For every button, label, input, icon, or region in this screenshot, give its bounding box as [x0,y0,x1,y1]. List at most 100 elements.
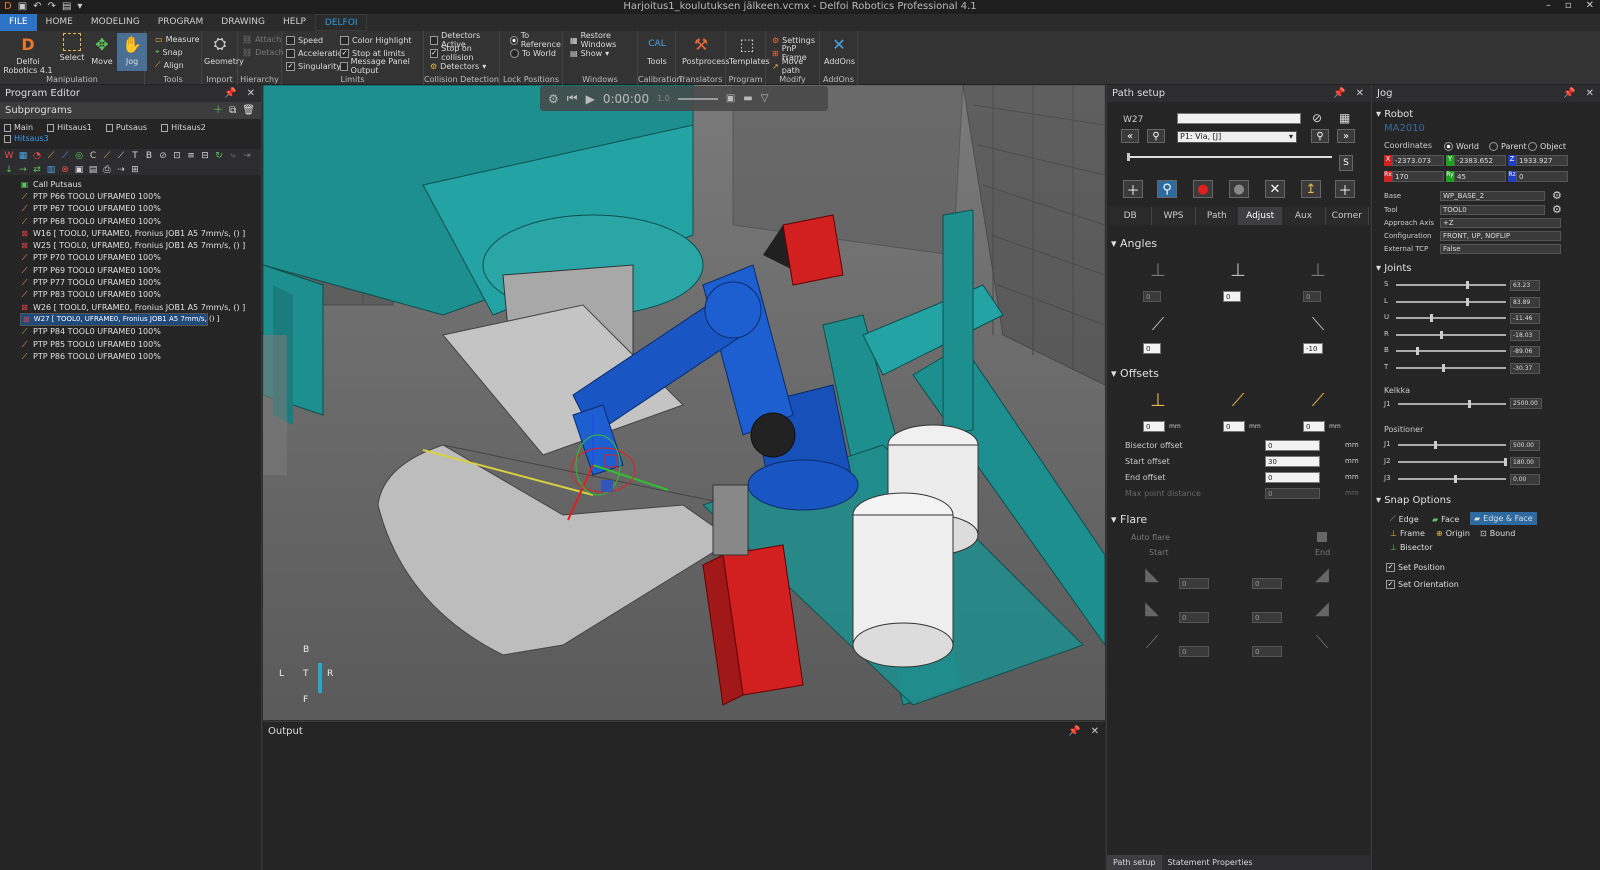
parent-radio[interactable]: Parent [1489,140,1527,152]
io-icon[interactable]: ▥ [46,165,56,175]
to-world-radio[interactable]: To World [510,47,556,59]
geometry-button[interactable]: ⛭ Geometry [204,33,244,66]
snap-bound-option[interactable]: ⊡ Bound [1480,527,1515,539]
pin-icon[interactable]: 📌 [1333,85,1345,102]
menu-help[interactable]: HELP [274,14,315,31]
snap-origin-option[interactable]: ⊕ Origin [1436,527,1470,539]
flare-input-4[interactable]: 0 [1252,612,1282,623]
delete-icon[interactable]: 🗑 [242,102,255,119]
object-radio[interactable]: Object [1528,140,1566,152]
pin-icon[interactable]: 📌 [1563,85,1575,102]
add-icon[interactable]: ＋ [213,102,223,119]
flare-input-5[interactable]: 0 [1179,646,1209,657]
play-icon[interactable]: ▶ [586,92,595,106]
tab-statement-properties[interactable]: Statement Properties [1162,855,1259,870]
statement-row[interactable]: ⊠ W16 [ TOOL0, UFRAME0, Fronius JOB1 A5 7… [20,227,261,239]
close-icon[interactable]: ✕ [1586,0,1594,11]
tab-aux[interactable]: Aux [1282,207,1326,225]
joint-input[interactable]: -18.03 [1510,329,1540,341]
close-icon[interactable]: ✕ [247,85,255,102]
speed-checkbox[interactable]: Speed [286,34,323,46]
statement-row[interactable]: ⟋ PTP P84 TOOL0 UFRAME0 100% [20,326,261,338]
menu-drawing[interactable]: DRAWING [212,14,274,31]
angle-input-2[interactable]: 0 [1223,291,1241,302]
scene-render[interactable] [263,85,1105,720]
statement-row[interactable]: ⊠ W26 [ TOOL0, UFRAME0, Fronius JOB1 A5 7… [20,301,261,313]
record-icon[interactable]: ▣ [726,93,735,104]
fold-icon[interactable]: ⊟ [200,151,210,161]
message-panel-output-checkbox[interactable]: Message Panel Output [340,57,423,75]
comment-icon[interactable]: ▤ [88,165,98,175]
show-dropdown[interactable]: ▤ Show ▾ [570,47,609,59]
pin-icon[interactable]: 📌 [224,85,236,102]
offset-input-2[interactable]: 0 [1223,421,1245,432]
subprogram-hitsaus1[interactable]: Hitsaus1 [47,123,92,132]
statement-row[interactable]: ⟋ PTP P70 TOOL0 UFRAME0 100% [20,252,261,264]
minimize-icon[interactable]: – [1546,0,1551,11]
close-icon[interactable]: ✕ [1091,722,1099,742]
select-button[interactable]: Select [57,33,87,62]
bisector-offset-input[interactable]: 0 [1265,440,1320,451]
speed-slider[interactable] [677,97,718,100]
angles-section[interactable]: ▾ Angles [1111,237,1157,250]
menu-home[interactable]: HOME [37,14,82,31]
filter-icon[interactable]: ▽ [761,93,769,104]
subprogram-hitsaus3[interactable]: Hitsaus3 [4,134,49,143]
menu-delfoi[interactable]: DELFOI [314,14,368,31]
subprogram-main[interactable]: Main [4,123,33,132]
jog-button[interactable]: ✋ Jog [117,33,147,71]
singularity-checkbox[interactable]: ✓ Singularity [286,60,341,72]
path2-icon[interactable]: ⟋ [116,151,126,161]
statement-row[interactable]: ⟋ PTP P77 TOOL0 UFRAME0 100% [20,276,261,288]
point-marker2-icon[interactable]: ⚲ [1311,129,1329,143]
view-front[interactable]: F [303,695,308,705]
world-radio[interactable]: World [1444,140,1479,152]
copy-icon[interactable]: ⧉ [229,102,236,119]
kelkka-slider[interactable] [1398,400,1506,408]
table-icon[interactable]: ▦ [1339,111,1350,125]
sim-settings-icon[interactable]: ⚙ [548,92,559,106]
auto-flare-checkbox[interactable] [1317,532,1327,542]
list-icon[interactable]: ≡ [186,151,196,161]
detach-button[interactable]: ⛓ Detach [242,46,284,58]
statement-row[interactable]: ⟋ PTP P85 TOOL0 UFRAME0 100% [20,338,261,350]
teach-icon[interactable]: ⚲ [1157,180,1177,198]
robot-section[interactable]: ▾ Robot [1376,109,1413,120]
arrow-right-icon[interactable]: → [18,165,28,175]
path-icon[interactable]: ⟋ [102,151,112,161]
tool-select[interactable]: TOOL0 [1440,205,1545,215]
angle-input-5[interactable]: -10 [1303,343,1323,354]
acceleration-checkbox[interactable]: Acceleration [286,47,348,59]
variable-icon[interactable]: ⇢ [116,165,126,175]
move-button[interactable]: ✥ Move [87,33,117,67]
flare-input-6[interactable]: 0 [1252,646,1282,657]
snap-frame-option[interactable]: ⊥ Frame [1390,527,1425,539]
color-highlight-checkbox[interactable]: Color Highlight [340,34,412,46]
path-name-input[interactable] [1177,113,1301,124]
statement-row[interactable]: ⟋ PTP P86 TOOL0 UFRAME0 100% [20,350,261,362]
text-icon[interactable]: T [130,151,140,161]
tab-path[interactable]: Path [1195,207,1239,225]
joint-slider[interactable] [1396,330,1506,339]
rx-input[interactable]: 170 [1392,171,1444,182]
tab-wps[interactable]: WPS [1152,207,1196,225]
approach-axis-select[interactable]: +Z [1440,218,1561,228]
joint-slider[interactable] [1396,363,1506,372]
joint-slider[interactable] [1396,297,1506,306]
move-path-button[interactable]: ↗ Move path [772,57,819,75]
tab-corner[interactable]: Corner [1325,207,1369,225]
print-icon[interactable]: ⎙ [102,165,112,175]
end-offset-input[interactable]: 0 [1265,472,1320,483]
circle-icon[interactable]: ◔ [32,151,42,161]
wait-icon[interactable]: ▣ [74,165,84,175]
ptp-icon[interactable]: ⟋ [46,151,56,161]
point-slider[interactable] [1127,153,1332,161]
insert-icon[interactable]: ↥ [1301,180,1321,198]
view-right[interactable]: R [327,669,333,679]
restore-windows-button[interactable]: ▦ Restore Windows [570,31,637,49]
lin-icon[interactable]: ⟋ [60,151,70,161]
frame-icon[interactable]: ⊡ [172,151,182,161]
camera-icon[interactable]: ▬ [743,93,752,104]
statement-row[interactable]: ⊠ W25 [ TOOL0, UFRAME0, Fronius JOB1 A5 7… [20,239,261,251]
positioner-input[interactable]: 500.00 [1510,440,1540,451]
